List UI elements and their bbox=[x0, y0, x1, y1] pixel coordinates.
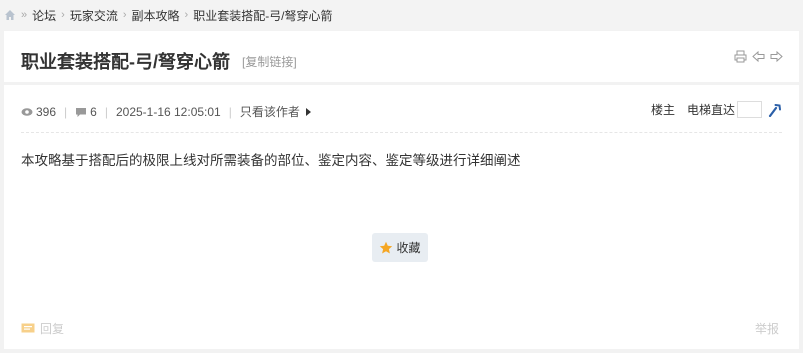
author-only-link[interactable]: 只看该作者 bbox=[240, 103, 311, 120]
copy-link-button[interactable]: [复制链接] bbox=[242, 53, 297, 70]
post-content: 本攻略基于搭配后的极限上线对所需装备的部位、鉴定内容、鉴定等级进行详细阐述 bbox=[21, 153, 521, 168]
breadcrumb-current-thread: 职业套装搭配-弓/弩穿心箭 bbox=[193, 8, 333, 23]
meta-divider: | bbox=[104, 104, 108, 119]
favorite-button[interactable]: 收藏 bbox=[372, 233, 428, 262]
home-icon[interactable] bbox=[4, 9, 16, 21]
thread-meta: 396 | 6 | 2025-1-16 12:05:01 | 只看该作者 bbox=[21, 103, 311, 120]
star-icon bbox=[379, 241, 393, 255]
reply-label: 回复 bbox=[40, 322, 65, 336]
meta-divider: | bbox=[64, 104, 68, 119]
thread-header: 职业套装搭配-弓/弩穿心箭 [复制链接] bbox=[4, 31, 799, 85]
breadcrumb-separator: › bbox=[184, 9, 189, 21]
author-only-label: 只看该作者 bbox=[239, 105, 300, 119]
comment-icon bbox=[75, 106, 87, 118]
play-triangle-icon bbox=[305, 107, 311, 116]
divider bbox=[21, 132, 782, 133]
floor-tools: 楼主 电梯直达 bbox=[651, 101, 782, 118]
breadcrumb-dungeon-guides[interactable]: 副本攻略 bbox=[132, 7, 180, 24]
floor-owner-label[interactable]: 楼主 bbox=[651, 101, 675, 118]
breadcrumb-forum[interactable]: 论坛 bbox=[32, 7, 56, 24]
breadcrumb-separator: » bbox=[21, 9, 28, 21]
next-arrow-icon[interactable] bbox=[770, 50, 783, 63]
meta-divider: | bbox=[228, 104, 232, 119]
thread-title: 职业套装搭配-弓/弩穿心箭 bbox=[21, 52, 230, 72]
reply-count: 6 bbox=[90, 104, 97, 119]
reply-icon bbox=[21, 323, 35, 335]
breadcrumb: » 论坛 › 玩家交流 › 副本攻略 › 职业套装搭配-弓/弩穿心箭 bbox=[0, 0, 803, 30]
thread-tools bbox=[734, 50, 783, 63]
elevator-label: 电梯直达 bbox=[686, 103, 735, 117]
favorite-label: 收藏 bbox=[396, 241, 421, 255]
print-icon[interactable] bbox=[734, 50, 747, 63]
prev-arrow-icon[interactable] bbox=[752, 50, 765, 63]
breadcrumb-separator: › bbox=[122, 9, 127, 21]
reply-button[interactable]: 回复 bbox=[21, 320, 64, 337]
elevator-input[interactable] bbox=[737, 101, 762, 118]
report-button[interactable]: 举报 bbox=[755, 320, 779, 337]
go-icon[interactable] bbox=[768, 103, 782, 117]
eye-icon bbox=[21, 106, 33, 118]
breadcrumb-player-exchange[interactable]: 玩家交流 bbox=[70, 7, 118, 24]
view-count: 396 bbox=[36, 104, 57, 119]
thread-card: 职业套装搭配-弓/弩穿心箭 [复制链接] 396 | 6 | 2025-1-16… bbox=[4, 31, 799, 349]
post-datetime: 2025-1-16 12:05:01 bbox=[115, 104, 221, 119]
breadcrumb-separator: › bbox=[61, 9, 65, 21]
